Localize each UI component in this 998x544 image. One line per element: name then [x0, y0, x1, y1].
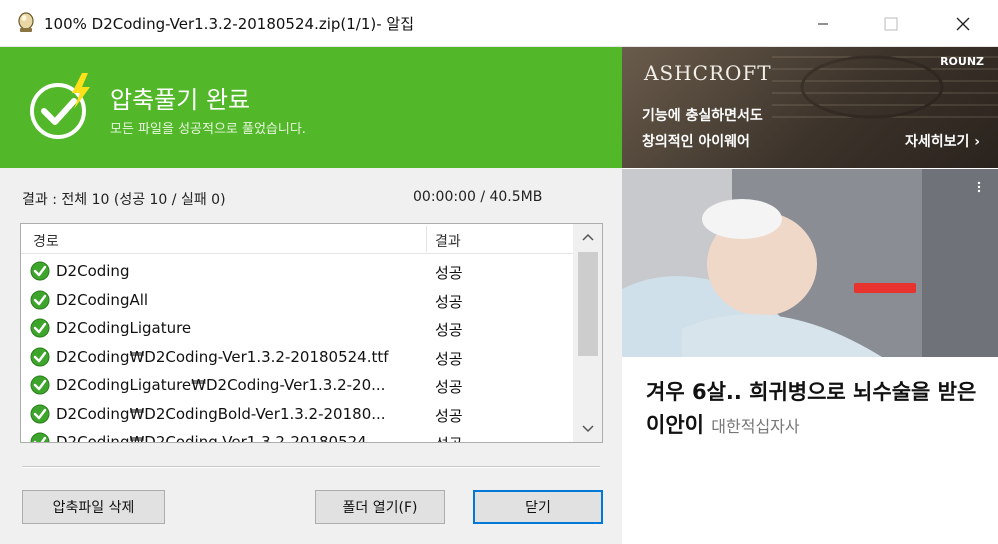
column-divider[interactable]: [426, 226, 427, 252]
minimize-icon: [818, 23, 828, 24]
list-item[interactable]: D2Coding 성공: [21, 257, 573, 286]
title-bar: 100% D2Coding-Ver1.3.2-20180524.zip(1/1)…: [0, 0, 998, 47]
column-header-result[interactable]: 결과: [435, 231, 461, 251]
success-icon: [30, 290, 50, 309]
list-item[interactable]: D2CodingLigature₩D2Coding-Ver1.3.2-20...…: [21, 371, 573, 400]
close-icon: [956, 17, 970, 30]
open-folder-button[interactable]: 폴더 열기(F): [315, 490, 445, 524]
file-path: D2CodingAll: [56, 290, 149, 309]
file-path: D2CodingLigature: [56, 319, 192, 337]
ad-tag: ROUNZ: [940, 55, 984, 68]
success-icon: [30, 432, 50, 442]
success-icon: [30, 375, 50, 395]
list-item[interactable]: D2Coding₩D2Coding-Ver1.3.2-20180524.ttf …: [21, 343, 573, 372]
file-result: 성공: [435, 406, 463, 425]
chevron-down-icon: [582, 425, 594, 433]
file-path: D2CodingLigature₩D2Coding-Ver1.3.2-20...: [56, 376, 386, 394]
success-icon: [30, 347, 50, 366]
scroll-down-button[interactable]: [573, 416, 602, 442]
more-options-icon[interactable]: [974, 181, 984, 193]
list-item[interactable]: D2Coding₩D2Coding-Ver1.3.2-20180524... 성…: [21, 428, 573, 443]
ad-text-line-1: 기능에 충실하면서도: [642, 108, 763, 124]
file-result: 성공: [435, 349, 463, 368]
chevron-up-icon: [582, 233, 594, 241]
file-result: 성공: [435, 321, 463, 339]
list-item[interactable]: D2CodingLigature 성공: [21, 314, 573, 343]
charity-ad-headline[interactable]: 겨우 6살.. 희귀병으로 뇌수술을 받은 이안이 대한적십자사: [646, 376, 986, 443]
window-title: 100% D2Coding-Ver1.3.2-20180524.zip(1/1)…: [44, 15, 415, 33]
elapsed-size: 00:00:00 / 40.5MB: [413, 189, 543, 205]
file-path: D2Coding₩D2CodingBold-Ver1.3.2-20180...: [56, 404, 386, 423]
success-check-icon: [30, 73, 90, 139]
result-summary: 결과 : 전체 10 (성공 10 / 실패 0): [22, 192, 226, 208]
column-header-path[interactable]: 경로: [33, 231, 59, 251]
scroll-thumb[interactable]: [578, 252, 598, 356]
eyewear-ad[interactable]: ASHCROFT ROUNZ 기능에 충실하면서도 창의적인 아이웨어 자세히보…: [622, 47, 998, 168]
ad-pane: ASHCROFT ROUNZ 기능에 충실하면서도 창의적인 아이웨어 자세히보…: [622, 47, 998, 544]
list-item[interactable]: D2CodingAll 성공: [21, 286, 573, 315]
ad-headline-text: 겨우 6살.. 희귀병으로 뇌수술을 받은 이안이: [646, 380, 977, 437]
alzip-app-icon: [18, 12, 34, 32]
banner-title: 압축풀기 완료: [110, 86, 251, 114]
list-header: 경로 결과: [21, 224, 573, 254]
result-pane: 압축풀기 완료 모든 파일을 성공적으로 풀었습니다. 결과 : 전체 10 (…: [0, 47, 622, 544]
maximize-button[interactable]: [868, 0, 914, 47]
ad-cta-button[interactable]: [854, 283, 916, 293]
maximize-icon: [884, 17, 898, 30]
success-icon: [30, 261, 50, 281]
charity-ad-photo[interactable]: [622, 169, 998, 357]
ad-more-link[interactable]: 자세히보기 ›: [905, 131, 980, 151]
delete-archive-button[interactable]: 압축파일 삭제: [22, 490, 165, 524]
file-result: 성공: [435, 292, 463, 311]
banner-subtitle: 모든 파일을 성공적으로 풀었습니다.: [110, 122, 306, 137]
file-path: D2Coding₩D2Coding-Ver1.3.2-20180524...: [56, 433, 382, 443]
success-icon: [30, 318, 50, 338]
list-rows: D2Coding 성공 D2CodingAll 성공 D2CodingLigat…: [21, 257, 573, 443]
file-path: D2Coding₩D2Coding-Ver1.3.2-20180524.ttf: [56, 347, 389, 366]
ad-text-line-2: 창의적인 아이웨어: [642, 134, 750, 150]
file-result: 성공: [435, 264, 463, 282]
list-scrollbar[interactable]: [573, 224, 602, 442]
completion-banner: 압축풀기 완료 모든 파일을 성공적으로 풀었습니다.: [0, 47, 622, 168]
list-item[interactable]: D2Coding₩D2CodingBold-Ver1.3.2-20180... …: [21, 400, 573, 429]
close-button[interactable]: 닫기: [473, 490, 603, 524]
child-photo: [622, 169, 998, 357]
minimize-button[interactable]: [800, 0, 846, 47]
file-result: 성공: [435, 433, 463, 442]
divider: [22, 466, 600, 468]
scroll-up-button[interactable]: [573, 224, 602, 250]
file-result: 성공: [435, 378, 463, 396]
ad-brand: ASHCROFT: [644, 61, 772, 85]
file-path: D2Coding: [56, 262, 130, 280]
close-window-button[interactable]: [940, 0, 986, 47]
success-icon: [30, 404, 50, 423]
ad-sponsor: 대한적십자사: [711, 417, 800, 436]
file-list[interactable]: 경로 결과 D2Coding 성공 D2CodingAll 성공 D2Codin…: [20, 223, 603, 443]
